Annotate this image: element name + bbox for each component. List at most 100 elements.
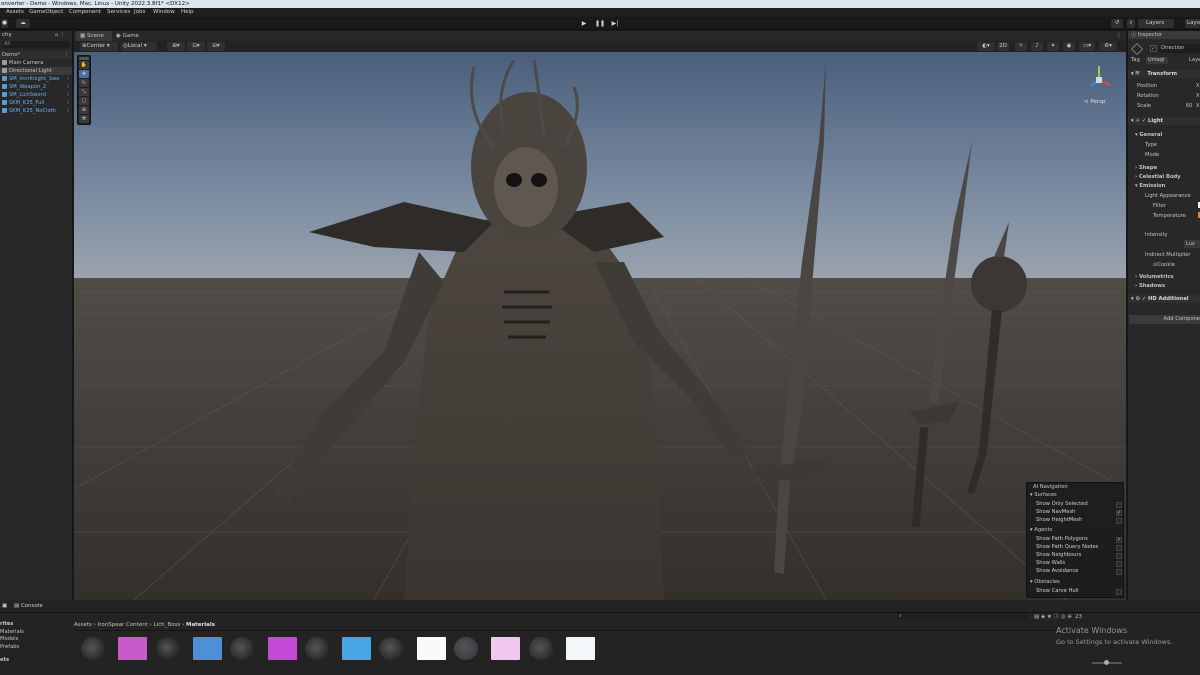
favorite-item[interactable]: Materials — [0, 629, 72, 637]
section-agents[interactable]: ▾ Agents — [1030, 526, 1052, 534]
chevron-right-icon[interactable]: › — [67, 75, 69, 83]
inspector-tab[interactable]: ⓘ Inspector — [1128, 31, 1200, 39]
menu-component[interactable]: Component — [69, 8, 101, 17]
favorite-item[interactable]: Prefabs — [0, 644, 72, 652]
lock-icon[interactable]: ⌂ ⋮ — [55, 32, 65, 38]
audio-icon[interactable]: ♪ — [1031, 42, 1043, 51]
transform-header[interactable]: ▾ ⤧ Transform — [1128, 70, 1200, 78]
cookie-row[interactable]: ⊙Cookie — [1128, 261, 1200, 269]
checkbox[interactable] — [1116, 589, 1122, 595]
breadcrumb-item[interactable]: IronSpear Content — [98, 622, 148, 628]
chevron-right-icon[interactable]: › — [67, 107, 69, 115]
project-search[interactable]: ⌕ — [897, 613, 1027, 620]
layout-dropdown[interactable]: Layo — [1185, 19, 1200, 28]
snap-increment-button[interactable]: ⊡▾ — [187, 42, 205, 51]
checkbox[interactable] — [1116, 502, 1122, 508]
hierarchy-item[interactable]: SKM_K35_Full › — [0, 99, 72, 107]
menu-help[interactable]: Help — [181, 8, 194, 17]
effects-icon[interactable]: ✦ — [1047, 42, 1059, 51]
breadcrumb-item[interactable]: Assets — [74, 622, 92, 628]
gizmo-tools-button[interactable]: ⊟▾ — [207, 42, 225, 51]
cloud-icon[interactable]: ☁ — [16, 19, 30, 28]
more-icon[interactable]: ⋮ — [64, 51, 69, 59]
chevron-right-icon[interactable]: › — [67, 83, 69, 91]
chevron-right-icon[interactable]: › — [67, 91, 69, 99]
scene-viewport[interactable]: < Persp — [74, 52, 1126, 600]
material-thumbnail[interactable] — [192, 637, 222, 660]
add-component-button[interactable]: Add Compone — [1129, 315, 1200, 324]
hd-additional-header[interactable]: ▾ ⚙ ✓ HD Additional — [1128, 295, 1200, 303]
camera-icon[interactable]: ▭▾ — [1079, 42, 1095, 51]
pause-button[interactable]: ❚❚ — [595, 19, 605, 28]
general-section[interactable]: ▾ General — [1128, 131, 1200, 139]
material-thumbnail[interactable] — [118, 637, 148, 660]
breadcrumb-item[interactable]: Lich_Boss — [154, 622, 181, 628]
pivot-dropdown[interactable]: ⊕Center ▾ — [80, 42, 118, 51]
material-thumbnail[interactable] — [155, 637, 180, 660]
chevron-right-icon[interactable]: › — [67, 99, 69, 107]
more-icon[interactable]: ⋮ — [1116, 32, 1122, 39]
slider-handle[interactable] — [1104, 660, 1109, 665]
hierarchy-search[interactable]: All — [2, 41, 70, 48]
object-name-field[interactable]: Direction — [1159, 44, 1200, 53]
hand-tool-icon[interactable]: ✋ — [79, 61, 89, 69]
material-thumbnail[interactable] — [528, 637, 553, 660]
shadows-section[interactable]: › Shadows — [1128, 282, 1200, 290]
move-tool-icon[interactable]: ✥ — [79, 70, 89, 78]
menu-gameobject[interactable]: GameObject — [29, 8, 63, 17]
material-thumbnail[interactable] — [81, 637, 105, 660]
history-icon[interactable]: ↺ — [1111, 19, 1123, 28]
gizmos-icon[interactable]: ⚙▾ — [1099, 42, 1117, 51]
checkbox[interactable] — [1116, 561, 1122, 567]
hierarchy-item[interactable]: SM_LichSword › — [0, 91, 72, 99]
tab-scene[interactable]: ▦ Scene — [76, 31, 112, 41]
menu-window[interactable]: Window — [153, 8, 175, 17]
favorite-item[interactable]: Models — [0, 636, 72, 644]
hierarchy-item[interactable]: SM_IronKnight_Swo › — [0, 75, 72, 83]
emission-section[interactable]: ▾ Emission — [1128, 182, 1200, 190]
rect-tool-icon[interactable]: ▢ — [79, 97, 89, 105]
toggle-2d-button[interactable]: 2D — [997, 42, 1009, 51]
project-tab-icon[interactable]: ▣ — [2, 602, 7, 610]
material-thumbnail[interactable] — [491, 637, 521, 660]
hierarchy-item[interactable]: SM_Weapon_2 › — [0, 83, 72, 91]
material-thumbnail[interactable] — [416, 637, 446, 660]
menu-assets[interactable]: Assets — [6, 8, 24, 17]
tag-dropdown[interactable]: Untagi — [1146, 57, 1168, 64]
material-thumbnail[interactable] — [454, 637, 478, 660]
checkbox-checked[interactable]: ✓ — [1116, 510, 1122, 516]
hierarchy-item[interactable]: Main Camera — [0, 59, 72, 67]
material-thumbnail[interactable] — [565, 637, 595, 660]
visibility-icon[interactable]: ◉ — [1063, 42, 1075, 51]
section-surfaces[interactable]: ▾ Surfaces — [1030, 491, 1057, 499]
transform-tool-icon[interactable]: ⊕ — [79, 106, 89, 114]
celestial-section[interactable]: › Celestial Body — [1128, 173, 1200, 181]
draw-mode-button[interactable]: ◐▾ — [977, 42, 995, 51]
drag-handle[interactable] — [79, 57, 89, 60]
scale-lock-value[interactable]: 60 — [1186, 102, 1192, 110]
account-icon[interactable]: ● — [1, 19, 8, 28]
project-filter-icons[interactable]: ▤ ◈ ★ ⓘ ◎ ⊕ 23 — [1034, 612, 1082, 620]
scene-root[interactable]: Demo* ⋮ — [0, 51, 72, 59]
grid-snap-button[interactable]: ⊞▾ — [167, 42, 185, 51]
step-button[interactable]: ▶| — [610, 19, 620, 28]
checkbox[interactable] — [1116, 553, 1122, 559]
checkbox[interactable] — [1116, 518, 1122, 524]
menu-services[interactable]: Services — [107, 8, 130, 17]
lighting-icon[interactable]: ☀ — [1015, 42, 1027, 51]
section-obstacles[interactable]: ▾ Obstacles — [1030, 578, 1060, 586]
hierarchy-item-selected[interactable]: Directional Light — [0, 67, 72, 75]
tab-game[interactable]: ◉ Game — [114, 31, 144, 41]
layers-dropdown[interactable]: Layers — [1138, 19, 1174, 28]
play-button[interactable]: ▶ — [579, 19, 589, 28]
material-thumbnail[interactable] — [304, 637, 329, 660]
search-icon[interactable]: ⌕ — [1127, 19, 1135, 28]
space-dropdown[interactable]: ◎Local ▾ — [121, 42, 157, 51]
checkbox[interactable] — [1116, 545, 1122, 551]
hierarchy-item[interactable]: SKM_K35_NoCloth › — [0, 107, 72, 115]
material-thumbnail[interactable] — [342, 637, 372, 660]
scale-tool-icon[interactable]: ⤡ — [79, 88, 89, 96]
material-thumbnail[interactable] — [267, 637, 297, 660]
custom-tool-icon[interactable]: ⚒ — [79, 115, 89, 123]
light-header[interactable]: ▾ ☀ ✓ Light — [1128, 117, 1200, 125]
